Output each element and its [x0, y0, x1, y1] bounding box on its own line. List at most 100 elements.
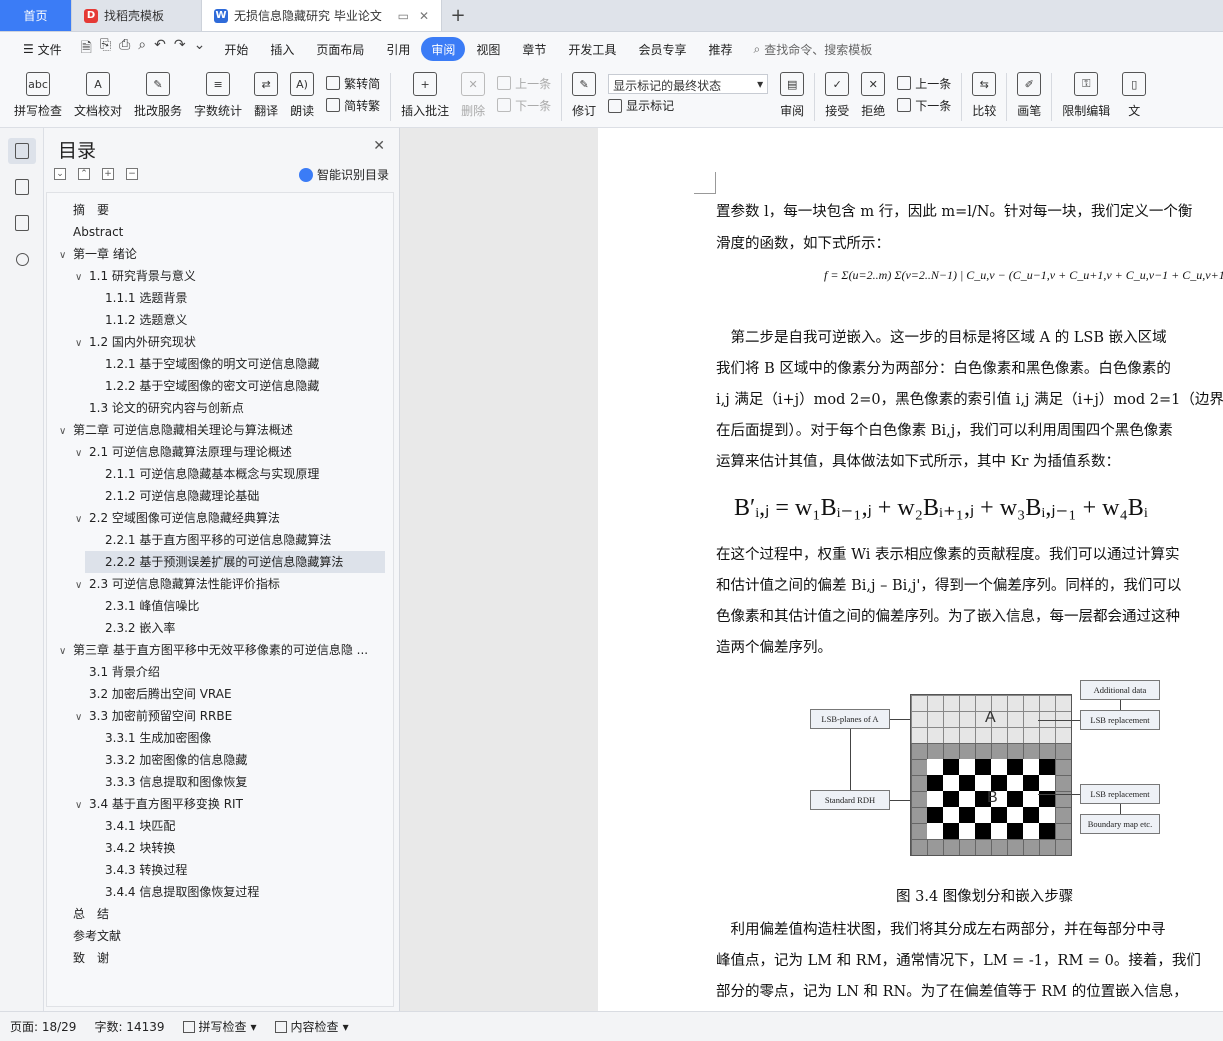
- doc-proof-button[interactable]: A 文档校对: [68, 66, 128, 128]
- undo-icon[interactable]: ↶: [154, 37, 166, 61]
- toc-item[interactable]: 总 结: [47, 903, 387, 925]
- chevron-down-icon[interactable]: ∨: [75, 509, 89, 529]
- show-markup-button[interactable]: 显示标记: [608, 97, 768, 114]
- toc-item[interactable]: ∨ 3.4 基于直方图平移变换 RIT: [47, 793, 387, 815]
- tab-document[interactable]: W 无损信息隐藏研究 毕业论文 ▭ ✕: [202, 0, 442, 31]
- menu-developer[interactable]: 开发工具: [557, 37, 627, 61]
- file-menu[interactable]: ☰ 文件: [12, 37, 73, 61]
- command-search[interactable]: ⌕ 查找命令、搜索模板: [753, 41, 872, 58]
- document-page[interactable]: f = Σ(u=2..m) Σ(v=2..N−1) | C_u,v − (C_u…: [598, 128, 1223, 1011]
- toc-rail-button[interactable]: [8, 138, 36, 164]
- accept-button[interactable]: ✓ 接受: [819, 66, 855, 128]
- toc-item[interactable]: 2.2.1 基于直方图平移的可逆信息隐藏算法: [47, 529, 387, 551]
- toc-item[interactable]: 致 谢: [47, 947, 387, 969]
- expand-all-icon[interactable]: ⌃: [78, 168, 90, 180]
- toc-item[interactable]: 1.2.2 基于空域图像的密文可逆信息隐藏: [47, 375, 387, 397]
- chevron-down-icon[interactable]: ∨: [75, 333, 89, 353]
- toc-item[interactable]: 摘 要: [47, 199, 387, 221]
- toc-item[interactable]: ∨ 第三章 基于直方图平移中无效平移像素的可逆信息隐 ...: [47, 639, 387, 661]
- spell-check-button[interactable]: abc 拼写检查: [8, 66, 68, 128]
- toc-item[interactable]: 2.3.2 嵌入率: [47, 617, 387, 639]
- toc-item[interactable]: ∨ 3.3 加密前预留空间 RRBE: [47, 705, 387, 727]
- toc-item[interactable]: ∨ 2.3 可逆信息隐藏算法性能评价指标: [47, 573, 387, 595]
- toc-item[interactable]: 3.3.2 加密图像的信息隐藏: [47, 749, 387, 771]
- toc-item[interactable]: ∨ 2.2 空域图像可逆信息隐藏经典算法: [47, 507, 387, 529]
- toc-item[interactable]: ∨ 1.2 国内外研究现状: [47, 331, 387, 353]
- trad-to-simp-button[interactable]: 繁转简: [326, 75, 380, 92]
- toc-item[interactable]: 参考文献: [47, 925, 387, 947]
- doc-rights-button[interactable]: ▯ 文: [1116, 66, 1152, 128]
- preview-icon[interactable]: ⌕: [138, 37, 146, 61]
- more-icon[interactable]: ⌄: [194, 37, 206, 61]
- menu-reference[interactable]: 引用: [375, 37, 421, 61]
- toc-item[interactable]: Abstract: [47, 221, 387, 243]
- print-icon[interactable]: ⎙: [119, 37, 130, 61]
- pen-button[interactable]: ✐ 画笔: [1011, 66, 1047, 128]
- toc-item[interactable]: 3.4.1 块匹配: [47, 815, 387, 837]
- redo-icon[interactable]: ↷: [174, 37, 186, 61]
- toc-item[interactable]: 2.1.2 可逆信息隐藏理论基础: [47, 485, 387, 507]
- bookmark-rail-button[interactable]: [8, 210, 36, 236]
- tab-template[interactable]: D 找稻壳模板: [72, 0, 202, 31]
- toc-item[interactable]: 3.3.3 信息提取和图像恢复: [47, 771, 387, 793]
- compare-button[interactable]: ⇆ 比较: [966, 66, 1002, 128]
- menu-recommend[interactable]: 推荐: [697, 37, 743, 61]
- smart-toc-button[interactable]: 智能识别目录: [298, 166, 389, 183]
- chevron-down-icon[interactable]: ∨: [59, 421, 73, 441]
- toc-item[interactable]: 3.3.1 生成加密图像: [47, 727, 387, 749]
- toc-item[interactable]: 1.1.2 选题意义: [47, 309, 387, 331]
- prev-revision-button[interactable]: 上一条: [897, 75, 951, 92]
- word-count-indicator[interactable]: 字数: 14139: [94, 1018, 164, 1035]
- prev-comment-button[interactable]: 上一条: [497, 75, 551, 92]
- chevron-down-icon[interactable]: ∨: [75, 575, 89, 595]
- revise-button[interactable]: ✎ 修订: [566, 66, 602, 128]
- save-icon[interactable]: 🗎: [81, 37, 92, 61]
- toc-item[interactable]: ∨ 1.1 研究背景与意义: [47, 265, 387, 287]
- close-icon[interactable]: ✕: [373, 138, 385, 154]
- chevron-down-icon[interactable]: ∨: [75, 707, 89, 727]
- toc-item[interactable]: 2.3.1 峰值信噪比: [47, 595, 387, 617]
- simp-to-trad-button[interactable]: 简转繁: [326, 97, 380, 114]
- word-count-button[interactable]: ≡ 字数统计: [188, 66, 248, 128]
- menu-insert[interactable]: 插入: [259, 37, 305, 61]
- toc-item[interactable]: 1.2.1 基于空域图像的明文可逆信息隐藏: [47, 353, 387, 375]
- collapse-all-icon[interactable]: ⌄: [54, 168, 66, 180]
- status-content-check[interactable]: 内容检查 ▾: [274, 1018, 349, 1035]
- toc-item[interactable]: 2.2.2 基于预测误差扩展的可逆信息隐藏算法: [85, 551, 385, 573]
- pin-icon[interactable]: ▭: [398, 9, 409, 23]
- toc-item[interactable]: 1.3 论文的研究内容与创新点: [47, 397, 387, 419]
- add-heading-icon[interactable]: +: [102, 168, 114, 180]
- chevron-down-icon[interactable]: ∨: [75, 795, 89, 815]
- toc-item[interactable]: 3.4.2 块转换: [47, 837, 387, 859]
- menu-member[interactable]: 会员专享: [627, 37, 697, 61]
- chevron-down-icon[interactable]: ∨: [59, 245, 73, 265]
- chevron-down-icon[interactable]: ∨: [59, 641, 73, 661]
- markup-state-select[interactable]: 显示标记的最终状态 ▾: [608, 73, 769, 94]
- menu-review[interactable]: 审阅: [421, 37, 466, 61]
- nav-rail-button[interactable]: [8, 174, 36, 200]
- toc-item[interactable]: 2.1.1 可逆信息隐藏基本概念与实现原理: [47, 463, 387, 485]
- next-revision-button[interactable]: 下一条: [897, 97, 951, 114]
- read-aloud-button[interactable]: A) 朗读: [284, 66, 320, 128]
- delete-comment-button[interactable]: ✕ 删除: [455, 66, 491, 128]
- insert-comment-button[interactable]: + 插入批注: [395, 66, 455, 128]
- chevron-down-icon[interactable]: ∨: [75, 267, 89, 287]
- toc-item[interactable]: ∨ 第一章 绪论: [47, 243, 387, 265]
- next-comment-button[interactable]: 下一条: [497, 97, 551, 114]
- menu-section[interactable]: 章节: [511, 37, 557, 61]
- tab-home[interactable]: 首页: [0, 0, 72, 31]
- menu-view[interactable]: 视图: [465, 37, 511, 61]
- find-rail-button[interactable]: [8, 246, 36, 272]
- toc-item[interactable]: 1.1.1 选题背景: [47, 287, 387, 309]
- restrict-edit-button[interactable]: ⚿ 限制编辑: [1056, 66, 1116, 128]
- new-tab-button[interactable]: +: [442, 0, 474, 31]
- toc-item[interactable]: 3.1 背景介绍: [47, 661, 387, 683]
- translate-button[interactable]: ⇄ 翻译: [248, 66, 284, 128]
- menu-layout[interactable]: 页面布局: [305, 37, 375, 61]
- toc-item[interactable]: ∨ 2.1 可逆信息隐藏算法原理与理论概述: [47, 441, 387, 463]
- chevron-down-icon[interactable]: ∨: [75, 443, 89, 463]
- close-icon[interactable]: ✕: [419, 9, 429, 23]
- export-icon[interactable]: ⎘: [100, 37, 111, 61]
- status-spell-check[interactable]: 拼写检查 ▾: [182, 1018, 257, 1035]
- remove-heading-icon[interactable]: −: [126, 168, 138, 180]
